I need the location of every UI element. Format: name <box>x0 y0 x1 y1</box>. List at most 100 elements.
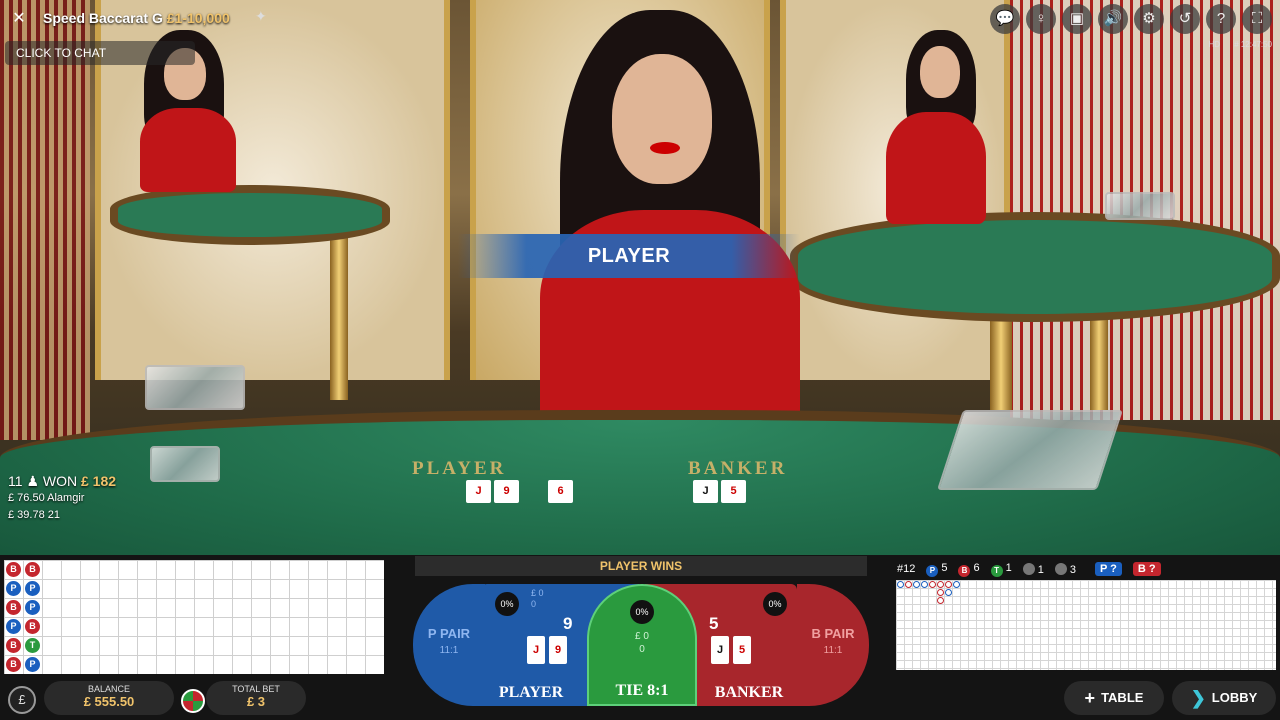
chat-input[interactable]: CLICK TO CHAT <box>5 41 195 65</box>
winners-header: 11 ♟ WON £ 182 <box>8 473 116 490</box>
banker-bet-percent: 0% <box>763 592 787 616</box>
side-table-left <box>110 185 390 245</box>
player-bet-label: PLAYER <box>498 684 564 701</box>
player-wins-stat: P5 <box>926 562 947 577</box>
road-mark <box>937 589 944 596</box>
won-amount: £ 182 <box>81 473 117 489</box>
table-player-card: J <box>466 480 491 503</box>
tie-bet-stats: £ 0 0 <box>589 630 695 656</box>
table-button[interactable]: + TABLE <box>1064 681 1164 715</box>
road-mark <box>937 597 944 604</box>
round-time: # 12:47:50 <box>1234 40 1272 49</box>
bead-b: B <box>6 657 21 672</box>
balance-value: £ 555.50 <box>83 694 135 709</box>
table-title: Speed Baccarat G £1-10,000 <box>43 10 230 26</box>
video-icon[interactable]: ▣ <box>1062 4 1092 34</box>
bead-p: P <box>6 619 21 634</box>
road-mark <box>897 581 904 588</box>
sound-icon[interactable]: 🔊 <box>1098 4 1128 34</box>
roads-summary: #12 P5 B6 T1 1 3 P ? B ? <box>897 560 1277 578</box>
banker-mini-card: J <box>711 636 729 664</box>
card-shoe-right <box>1105 192 1175 220</box>
table-banker-word: BANKER <box>688 458 788 479</box>
tie-bet-players: 0 <box>639 644 645 655</box>
b-pair-odds: 11:1 <box>823 645 843 656</box>
top-toolbar: 💬 ♀ ▣ 🔊 ⚙ ↺ ? ⛶ <box>990 4 1272 34</box>
banker-ask-button[interactable]: B ? <box>1132 562 1161 576</box>
b-pair-stat: 3 <box>1054 562 1076 576</box>
big-road-scoreboard[interactable] <box>896 580 1276 670</box>
table-banker-card: 5 <box>721 480 746 503</box>
p-pair-stat: 1 <box>1022 562 1044 576</box>
discard-holder <box>150 446 220 482</box>
b-pair-label: B PAIR <box>811 626 855 641</box>
bead-p: P <box>25 581 40 596</box>
card-shoe-left <box>145 365 245 410</box>
bead-p: P <box>25 600 40 615</box>
settings-icon[interactable]: ⚙ <box>1134 4 1164 34</box>
table-player-card: 9 <box>494 480 519 503</box>
card-shoe-main <box>937 410 1123 490</box>
balance-box: BALANCE £ 555.50 <box>44 681 174 715</box>
chips-icon <box>181 689 205 713</box>
road-mark <box>945 581 952 588</box>
banker-score: 5 <box>709 614 719 633</box>
bead-t: T <box>25 638 40 653</box>
player-mini-card: J <box>527 636 545 664</box>
balance-label: BALANCE <box>87 684 131 694</box>
round-number: #12 <box>897 563 916 575</box>
fullscreen-icon[interactable]: ⛶ <box>1242 4 1272 34</box>
bead-p: P <box>6 581 21 596</box>
road-mark <box>937 581 944 588</box>
bead-road[interactable]: BBPPBPPBBTBP <box>4 560 384 674</box>
plus-icon: + <box>1084 688 1096 708</box>
dealer-icon[interactable]: ♀ <box>1026 4 1056 34</box>
favourite-icon[interactable]: ✦ <box>255 8 267 25</box>
lobby-icon: ❯ <box>1190 688 1206 708</box>
help-icon[interactable]: ? <box>1206 4 1236 34</box>
bead-p: P <box>25 657 40 672</box>
lobby-button[interactable]: ❯ LOBBY <box>1172 681 1276 715</box>
p-pair-odds: 11:1 <box>439 645 459 656</box>
winner-row: £ 76.50 Alamgir <box>8 492 85 504</box>
close-icon[interactable]: ✕ <box>9 9 29 29</box>
road-mark <box>953 581 960 588</box>
road-mark <box>945 589 952 596</box>
table-banker-card: J <box>693 480 718 503</box>
won-label: WON <box>42 473 78 489</box>
player-ask-button[interactable]: P ? <box>1094 562 1122 576</box>
winner-row: £ 39.78 21 <box>8 509 60 521</box>
gold-pillar <box>330 230 348 400</box>
chat-icon[interactable]: 💬 <box>990 4 1020 34</box>
tie-stat: T1 <box>990 562 1012 577</box>
lobby-button-label: LOBBY <box>1211 690 1258 705</box>
winners-count: 11 <box>8 473 23 489</box>
history-icon[interactable]: ↺ <box>1170 4 1200 34</box>
bead-b: B <box>6 638 21 653</box>
road-mark <box>905 581 912 588</box>
tie-bet-label: TIE 8:1 <box>615 682 669 699</box>
total-bet-value: £ 3 <box>246 694 266 709</box>
tie-bet-spot[interactable]: 0% £ 0 0 TIE 8:1 <box>587 584 697 706</box>
banker-wins-stat: B6 <box>958 562 980 577</box>
tie-bet-stake: £ 0 <box>635 631 649 642</box>
winners-list: 11 ♟ WON £ 182 £ 76.50 Alamgir £ 39.78 2… <box>8 473 116 524</box>
player-bet-stake: £ 0 <box>531 588 544 598</box>
video-quality[interactable]: HD <box>1208 40 1220 49</box>
player-bet-stats: £ 0 0 <box>531 588 544 610</box>
total-bet-box: TOTAL BET £ 3 <box>206 681 306 715</box>
p-pair-label: P PAIR <box>427 626 471 641</box>
currency-button[interactable]: £ <box>8 686 36 714</box>
total-bet-label: TOTAL BET <box>232 684 280 694</box>
road-mark <box>913 581 920 588</box>
bead-b: B <box>6 600 21 615</box>
side-table-right <box>790 212 1280 322</box>
bead-b: B <box>25 619 40 634</box>
player-score: 9 <box>563 614 573 633</box>
table-name: Speed Baccarat G <box>43 10 163 26</box>
bead-b: B <box>25 562 40 577</box>
table-player-card: 6 <box>548 480 573 503</box>
table-player-word: PLAYER <box>412 458 507 479</box>
bead-b: B <box>6 562 21 577</box>
player-mini-card: 9 <box>549 636 567 664</box>
